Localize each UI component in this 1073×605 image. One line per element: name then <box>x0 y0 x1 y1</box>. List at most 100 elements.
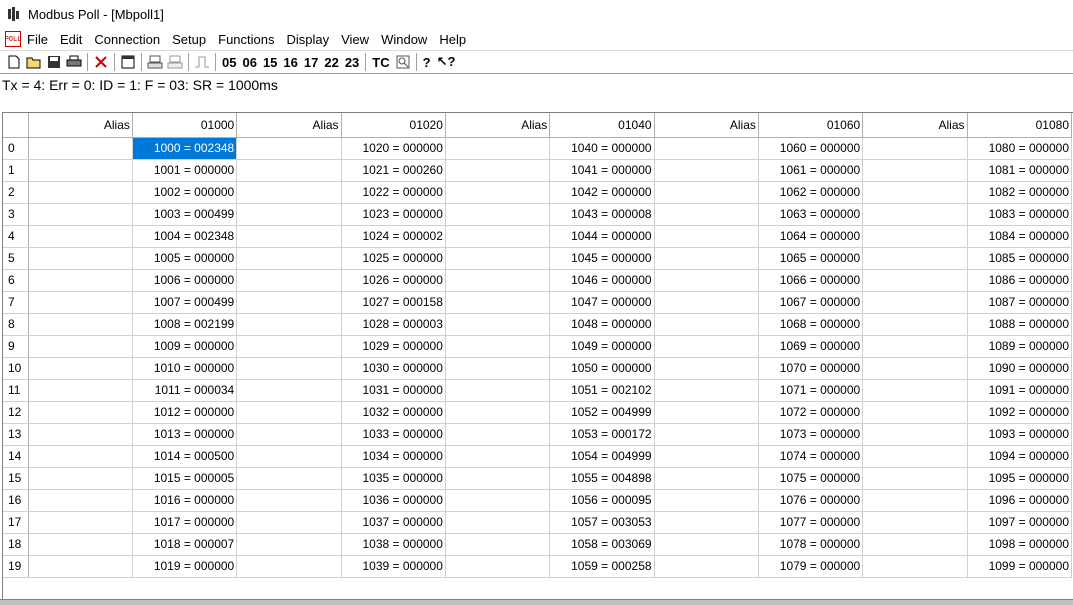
register-value-cell[interactable]: 1097 = 000000 <box>967 511 1073 534</box>
register-value-cell[interactable]: 1021 = 000260 <box>341 159 446 182</box>
register-value-cell[interactable]: 1075 = 000000 <box>758 467 864 490</box>
register-value-cell[interactable]: 1050 = 000000 <box>549 357 655 380</box>
register-value-cell[interactable]: 1048 = 000000 <box>549 313 655 336</box>
register-value-cell[interactable]: 1061 = 000000 <box>758 159 864 182</box>
alias-cell[interactable] <box>862 335 968 358</box>
alias-cell[interactable] <box>862 203 968 226</box>
register-value-cell[interactable]: 1081 = 000000 <box>967 159 1073 182</box>
row-number[interactable]: 1 <box>3 159 29 182</box>
register-value-cell[interactable]: 1079 = 000000 <box>758 555 864 578</box>
pulse-icon[interactable] <box>192 52 212 72</box>
menu-view[interactable]: View <box>335 32 375 47</box>
register-value-cell[interactable]: 1014 = 000500 <box>132 445 238 468</box>
row-number[interactable]: 0 <box>3 137 29 160</box>
register-value-cell[interactable]: 1036 = 000000 <box>341 489 446 512</box>
alias-cell[interactable] <box>28 489 133 512</box>
alias-cell[interactable] <box>445 137 551 160</box>
function-06-button[interactable]: 06 <box>239 52 259 72</box>
alias-cell[interactable] <box>862 401 968 424</box>
alias-cell[interactable] <box>28 269 133 292</box>
alias-cell[interactable] <box>654 357 759 380</box>
column-header[interactable]: 01040 <box>549 113 655 138</box>
alias-cell[interactable] <box>445 445 551 468</box>
alias-cell[interactable] <box>236 445 342 468</box>
row-number[interactable]: 5 <box>3 247 29 270</box>
alias-cell[interactable] <box>862 555 968 578</box>
register-value-cell[interactable]: 1093 = 000000 <box>967 423 1073 446</box>
row-number[interactable]: 8 <box>3 313 29 336</box>
register-value-cell[interactable]: 1041 = 000000 <box>549 159 655 182</box>
register-value-cell[interactable]: 1056 = 000095 <box>549 489 655 512</box>
alias-cell[interactable] <box>654 313 759 336</box>
menu-help[interactable]: Help <box>433 32 472 47</box>
alias-cell[interactable] <box>445 335 551 358</box>
alias-cell[interactable] <box>654 555 759 578</box>
alias-cell[interactable] <box>445 269 551 292</box>
alias-cell[interactable] <box>236 291 342 314</box>
row-number[interactable]: 2 <box>3 181 29 204</box>
register-value-cell[interactable]: 1053 = 000172 <box>549 423 655 446</box>
alias-header[interactable]: Alias <box>654 113 759 138</box>
column-header[interactable]: 01080 <box>967 113 1073 138</box>
register-value-cell[interactable]: 1030 = 000000 <box>341 357 446 380</box>
function-17-button[interactable]: 17 <box>301 52 321 72</box>
column-header[interactable]: 01020 <box>341 113 446 138</box>
alias-cell[interactable] <box>445 489 551 512</box>
row-number[interactable]: 11 <box>3 379 29 402</box>
alias-cell[interactable] <box>654 247 759 270</box>
delete-icon[interactable] <box>91 52 111 72</box>
tc-button[interactable]: TC <box>369 52 392 72</box>
alias-cell[interactable] <box>236 555 342 578</box>
register-value-cell[interactable]: 1017 = 000000 <box>132 511 238 534</box>
row-number[interactable]: 17 <box>3 511 29 534</box>
alias-cell[interactable] <box>28 423 133 446</box>
alias-cell[interactable] <box>445 203 551 226</box>
alias-cell[interactable] <box>28 137 133 160</box>
function-22-button[interactable]: 22 <box>321 52 341 72</box>
alias-cell[interactable] <box>28 203 133 226</box>
register-value-cell[interactable]: 1086 = 000000 <box>967 269 1073 292</box>
alias-cell[interactable] <box>654 533 759 556</box>
register-value-cell[interactable]: 1077 = 000000 <box>758 511 864 534</box>
register-value-cell[interactable]: 1028 = 000003 <box>341 313 446 336</box>
register-value-cell[interactable]: 1010 = 000000 <box>132 357 238 380</box>
register-value-cell[interactable]: 1023 = 000000 <box>341 203 446 226</box>
register-value-cell[interactable]: 1068 = 000000 <box>758 313 864 336</box>
alias-cell[interactable] <box>654 137 759 160</box>
alias-cell[interactable] <box>445 181 551 204</box>
alias-cell[interactable] <box>236 137 342 160</box>
alias-cell[interactable] <box>862 379 968 402</box>
alias-cell[interactable] <box>654 401 759 424</box>
alias-cell[interactable] <box>445 159 551 182</box>
alias-cell[interactable] <box>654 203 759 226</box>
register-value-cell[interactable]: 1019 = 000000 <box>132 555 238 578</box>
register-value-cell[interactable]: 1037 = 000000 <box>341 511 446 534</box>
alias-cell[interactable] <box>445 313 551 336</box>
function-15-button[interactable]: 15 <box>260 52 280 72</box>
register-value-cell[interactable]: 1013 = 000000 <box>132 423 238 446</box>
alias-cell[interactable] <box>862 137 968 160</box>
register-value-cell[interactable]: 1047 = 000000 <box>549 291 655 314</box>
register-value-cell[interactable]: 1027 = 000158 <box>341 291 446 314</box>
alias-header[interactable]: Alias <box>28 113 133 138</box>
register-value-cell[interactable]: 1055 = 004898 <box>549 467 655 490</box>
menu-display[interactable]: Display <box>281 32 336 47</box>
register-value-cell[interactable]: 1039 = 000000 <box>341 555 446 578</box>
row-number[interactable]: 6 <box>3 269 29 292</box>
read-icon[interactable] <box>145 52 165 72</box>
alias-cell[interactable] <box>654 269 759 292</box>
alias-cell[interactable] <box>654 467 759 490</box>
menu-functions[interactable]: Functions <box>212 32 280 47</box>
alias-cell[interactable] <box>28 467 133 490</box>
column-header[interactable]: 01000 <box>132 113 238 138</box>
register-value-cell[interactable]: 1001 = 000000 <box>132 159 238 182</box>
register-value-cell[interactable]: 1076 = 000000 <box>758 489 864 512</box>
register-value-cell[interactable]: 1087 = 000000 <box>967 291 1073 314</box>
alias-cell[interactable] <box>862 159 968 182</box>
alias-cell[interactable] <box>862 467 968 490</box>
register-value-cell[interactable]: 1062 = 000000 <box>758 181 864 204</box>
register-value-cell[interactable]: 1085 = 000000 <box>967 247 1073 270</box>
alias-header[interactable]: Alias <box>445 113 551 138</box>
register-value-cell[interactable]: 1049 = 000000 <box>549 335 655 358</box>
alias-cell[interactable] <box>654 511 759 534</box>
